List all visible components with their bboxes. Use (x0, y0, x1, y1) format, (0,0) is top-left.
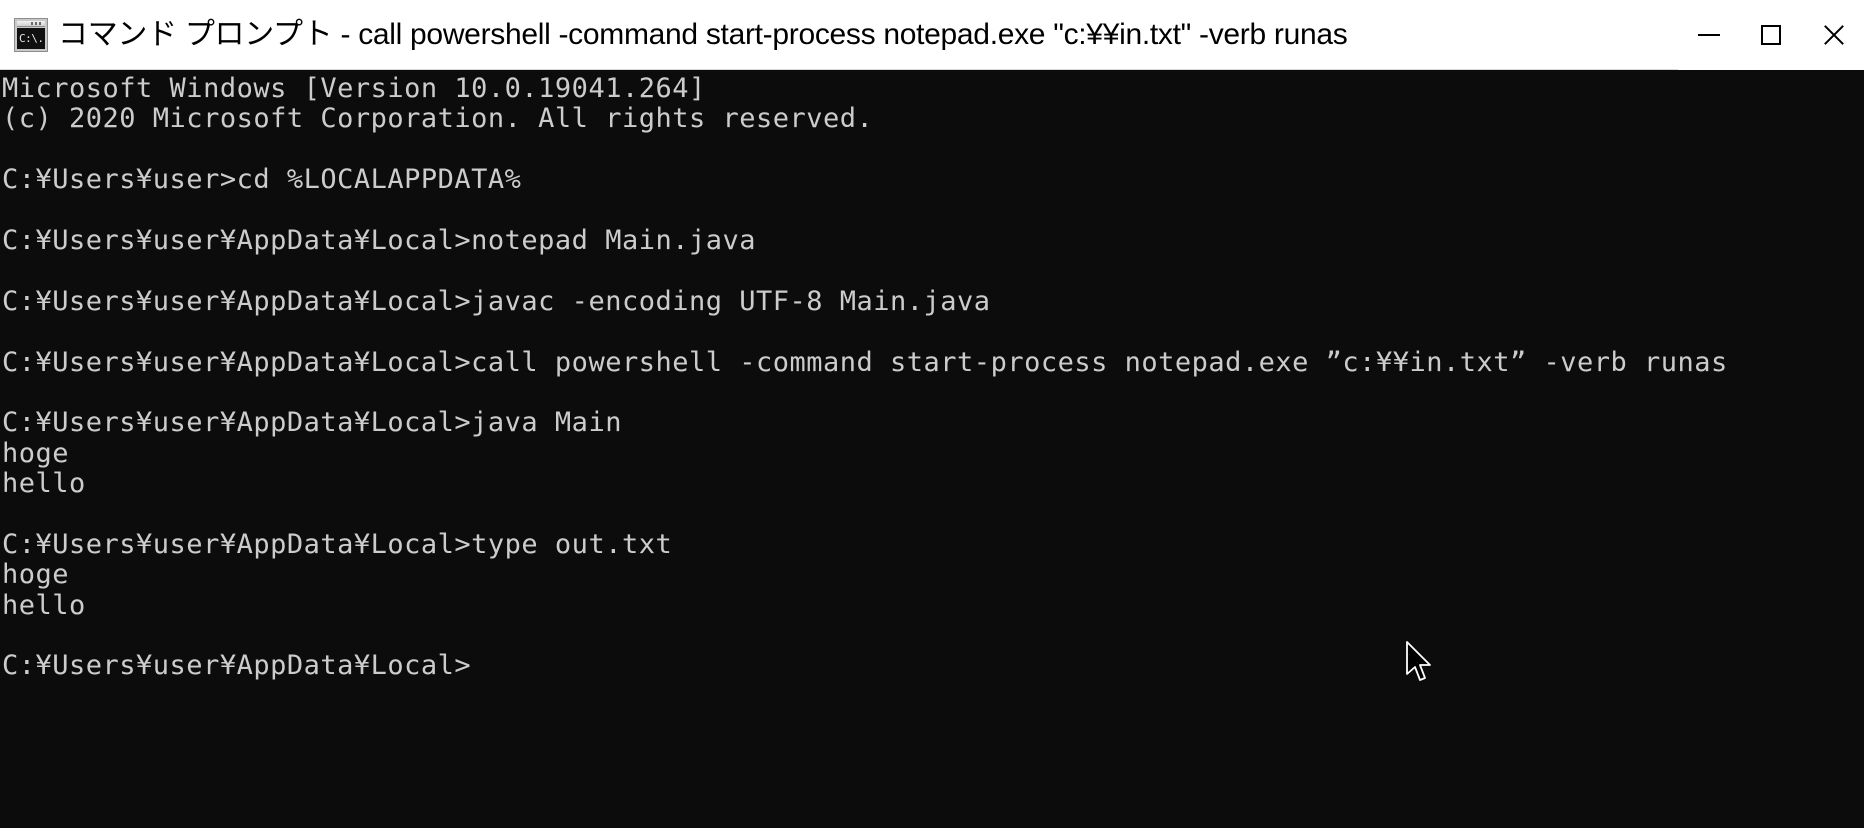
close-button[interactable] (1802, 0, 1864, 70)
maximize-icon (1761, 24, 1781, 45)
console-line: C:¥Users¥user>cd %LOCALAPPDATA% (2, 164, 522, 196)
close-icon (1822, 24, 1844, 46)
console-line: C:¥Users¥user¥AppData¥Local>call powersh… (2, 346, 1728, 378)
icon-titlebar-strip (17, 20, 45, 27)
console-line: C:¥Users¥user¥AppData¥Local>notepad Main… (2, 224, 756, 256)
console-line: hello (2, 468, 86, 500)
console-line: C:¥Users¥user¥AppData¥Local>type out.txt (2, 528, 673, 560)
console-line: hoge (2, 437, 70, 469)
console-line: Microsoft Windows [Version 10.0.19041.26… (2, 73, 706, 104)
console-line: C:¥Users¥user¥AppData¥Local>java Main (2, 407, 622, 439)
maximize-button[interactable] (1740, 0, 1802, 70)
console-line: (c) 2020 Microsoft Corporation. All righ… (2, 103, 874, 135)
console-output-area[interactable]: Microsoft Windows [Version 10.0.19041.26… (0, 70, 1864, 828)
title-bar[interactable]: C:\. コマンド プロンプト - call powershell -comma… (0, 0, 1864, 70)
console-line: C:¥Users¥user¥AppData¥Local> (2, 650, 472, 682)
console-line: hoge (2, 559, 70, 591)
console-line: hello (2, 589, 86, 621)
minimize-icon (1698, 33, 1720, 36)
window-title: コマンド プロンプト - call powershell -command st… (58, 17, 1348, 51)
title-bar-left: C:\. コマンド プロンプト - call powershell -comma… (0, 17, 1678, 52)
window-controls (1678, 0, 1864, 70)
command-prompt-window: C:\. コマンド プロンプト - call powershell -comma… (0, 0, 1864, 828)
command-prompt-icon: C:\. (14, 17, 48, 52)
icon-prompt-glyph: C:\. (17, 27, 45, 49)
minimize-button[interactable] (1678, 0, 1740, 70)
console-line: C:¥Users¥user¥AppData¥Local>javac -encod… (2, 285, 991, 317)
